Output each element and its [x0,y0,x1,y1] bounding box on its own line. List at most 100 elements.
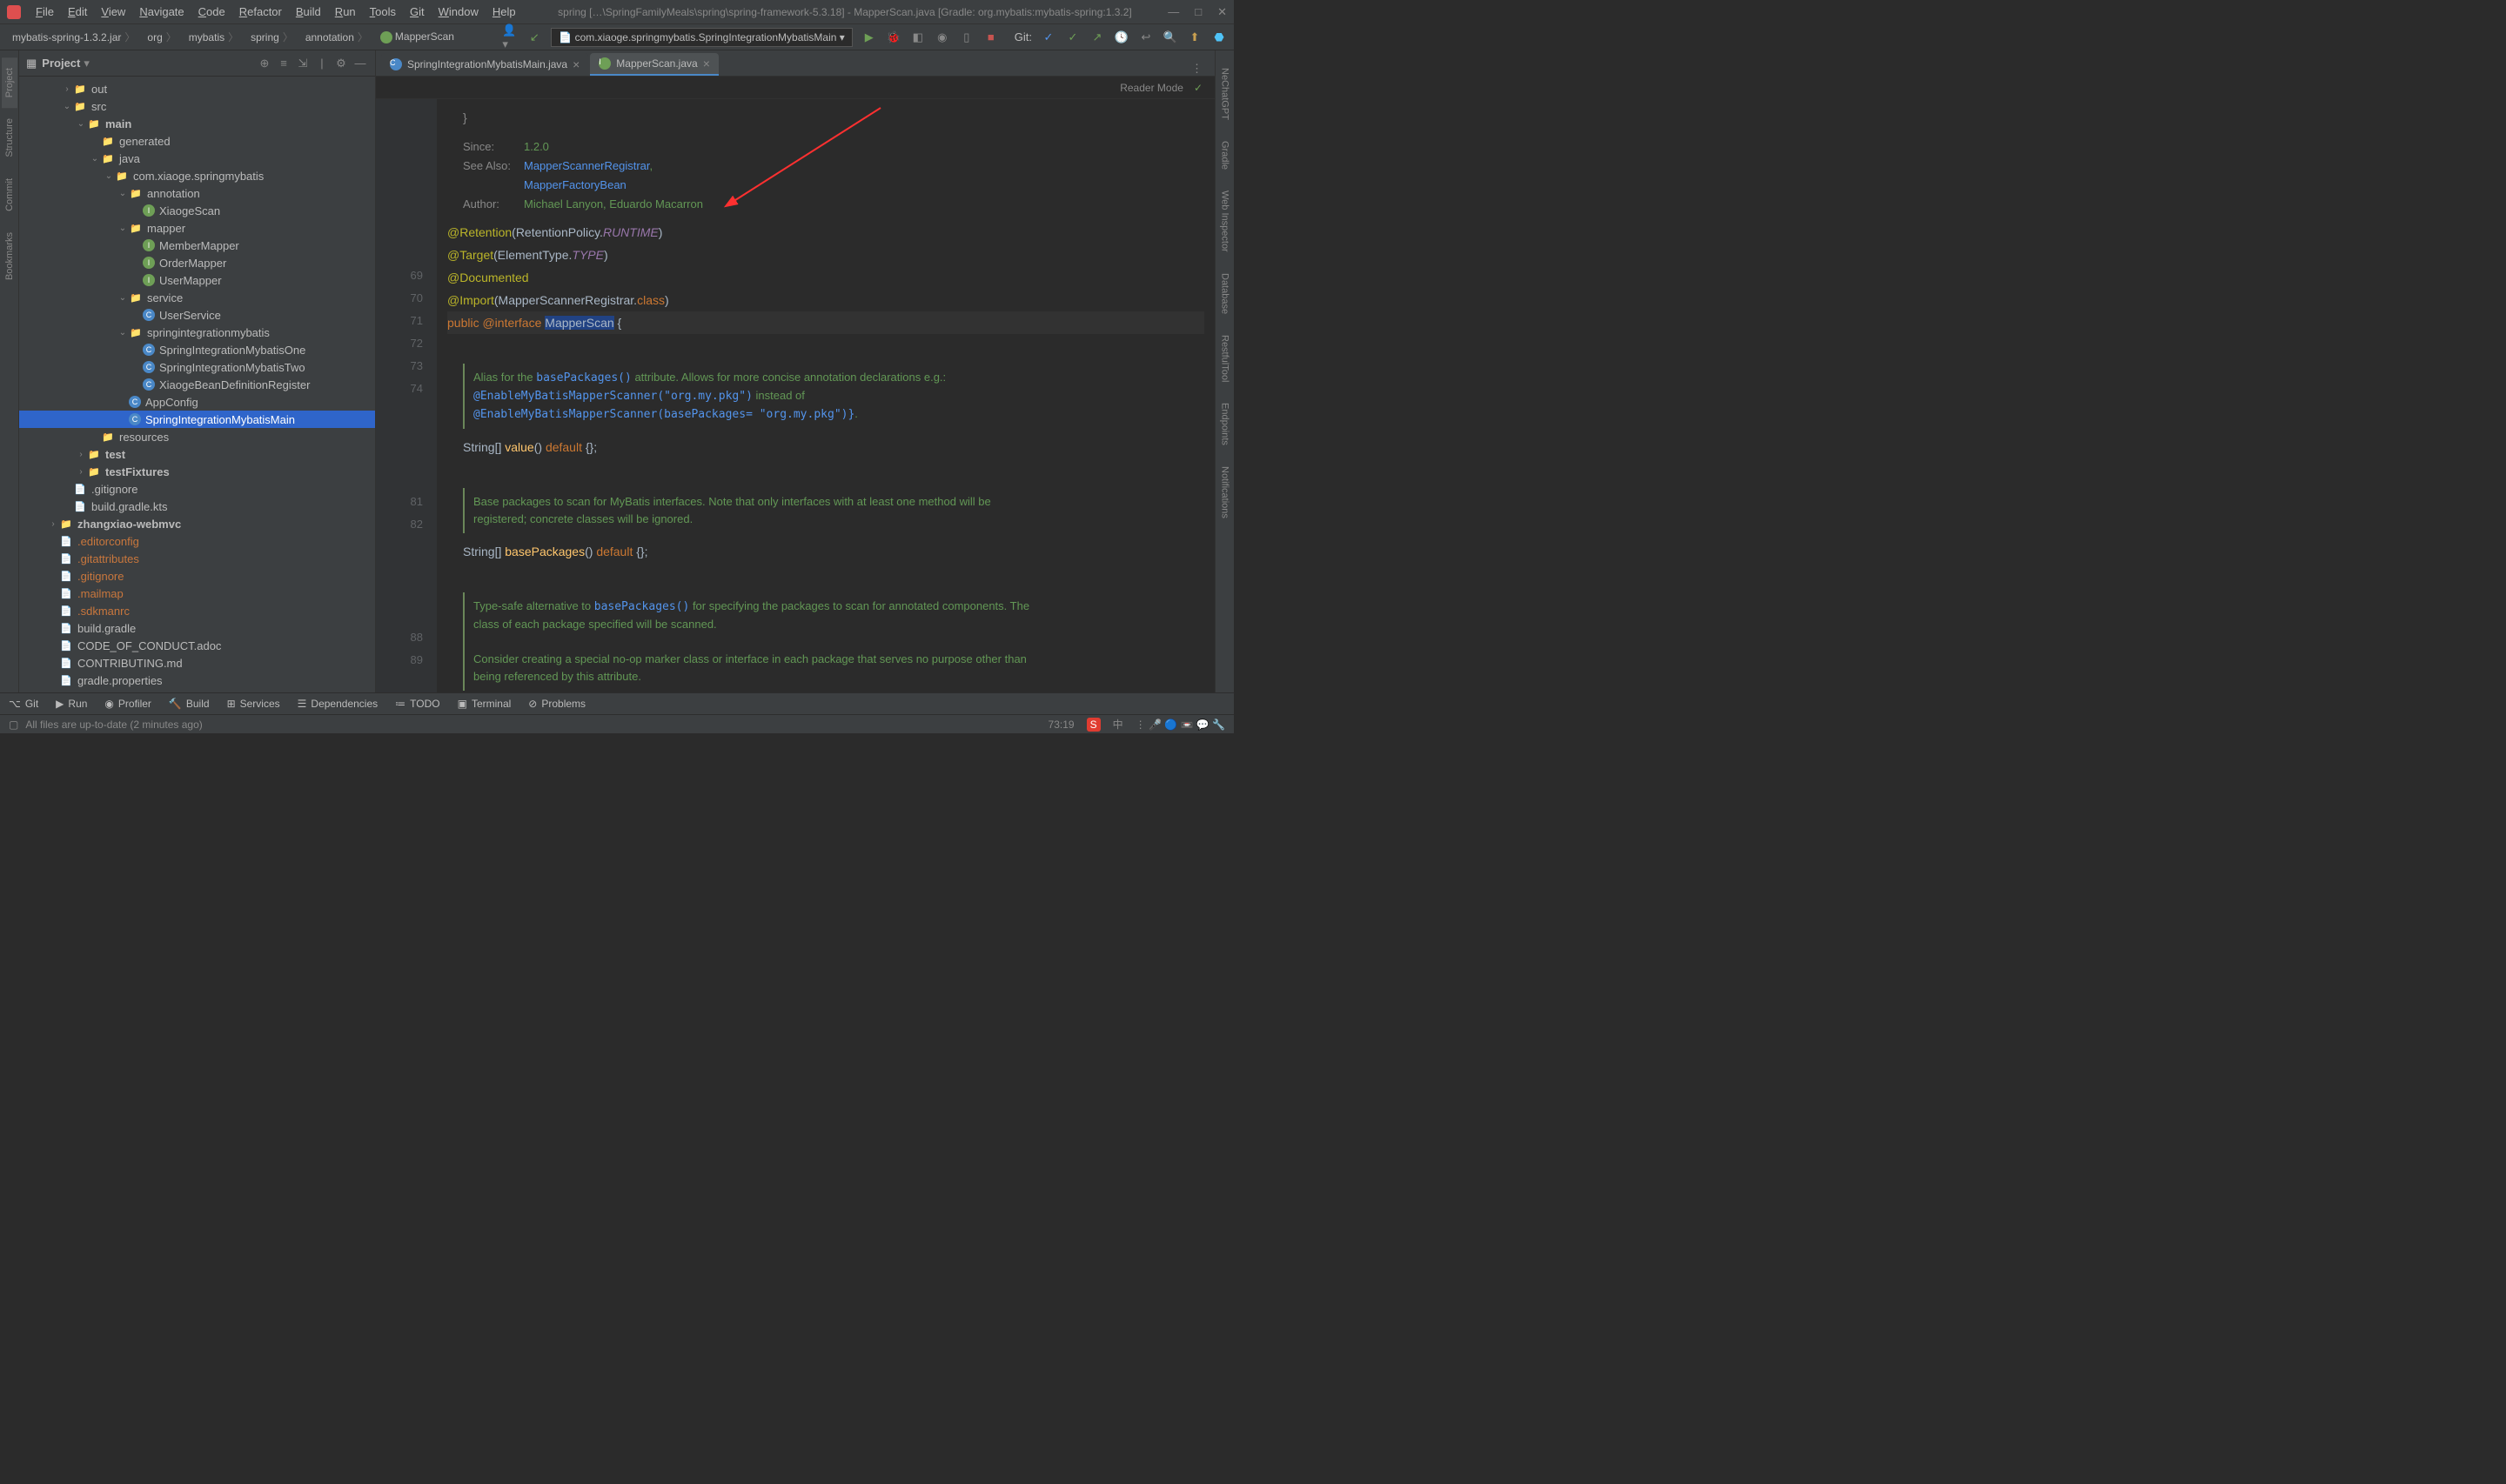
bottom-tab-dependencies[interactable]: ☰Dependencies [298,698,379,710]
tree-item[interactable]: CSpringIntegrationMybatisTwo [19,358,375,376]
expand-icon[interactable]: ≡ [276,56,291,71]
tray-icons[interactable]: ⋮ 🎤 🔵 📼 💬 🔧 [1136,719,1225,731]
breadcrumb-item[interactable]: annotation [300,28,373,46]
git-rollback-icon[interactable]: ↩ [1138,30,1154,45]
tree-item[interactable]: 📄gradle.properties [19,672,375,689]
side-tab-structure[interactable]: Structure [2,108,17,168]
tree-item[interactable]: ›📁zhangxiao-webmvc [19,515,375,532]
tree-item[interactable]: 📄CODE_OF_CONDUCT.adoc [19,637,375,654]
menu-view[interactable]: View [95,3,131,21]
maximize-icon[interactable]: □ [1195,5,1202,19]
bottom-tab-git[interactable]: ⌥Git [9,698,38,710]
stop-icon[interactable]: ■ [983,30,999,45]
tree-item[interactable]: 📄build.gradle [19,619,375,637]
tree-item[interactable]: 📄.gitignore [19,480,375,498]
menu-navigate[interactable]: Navigate [133,3,190,21]
close-icon[interactable]: ✕ [1217,5,1227,19]
side-tab-bookmarks[interactable]: Bookmarks [2,222,17,291]
lang-indicator[interactable]: 中 [1113,717,1123,732]
bottom-tab-run[interactable]: ▶Run [56,698,87,710]
status-icon[interactable]: ▢ [9,719,18,731]
menu-refactor[interactable]: Refactor [233,3,288,21]
breadcrumb-item[interactable]: spring [245,28,298,46]
run-icon[interactable]: ▶ [861,30,877,45]
gear-icon[interactable]: ⚙ [333,56,349,71]
side-tab-web inspector[interactable]: Web Inspector [1217,180,1233,263]
tree-item[interactable]: ⌄📁java [19,150,375,167]
tree-item[interactable]: 📄CONTRIBUTING.md [19,654,375,672]
tree-item[interactable]: CUserService [19,306,375,324]
locate-icon[interactable]: ⊕ [257,56,272,71]
breadcrumb-item[interactable]: mybatis [184,28,244,46]
tree-item[interactable]: 📁resources [19,428,375,445]
side-tab-project[interactable]: Project [2,57,17,108]
search-icon[interactable]: 🔍 [1163,30,1178,45]
window-controls[interactable]: — □ ✕ [1168,5,1227,19]
bottom-tab-profiler[interactable]: ◉Profiler [104,698,151,710]
tree-item[interactable]: CSpringIntegrationMybatisOne [19,341,375,358]
debug-icon[interactable]: 🐞 [886,30,901,45]
bottom-tab-services[interactable]: ⊞Services [227,698,280,710]
inspection-icon[interactable]: ✓ [1194,82,1203,94]
minimize-icon[interactable]: — [1168,5,1179,19]
plugin-icon[interactable]: ⬣ [1211,30,1227,45]
tree-item[interactable]: 📄.editorconfig [19,532,375,550]
caret-position[interactable]: 73:19 [1049,719,1075,731]
side-tab-database[interactable]: Database [1217,263,1233,324]
menu-tools[interactable]: Tools [364,3,402,21]
tree-item[interactable]: IMemberMapper [19,237,375,254]
side-tab-gradle[interactable]: Gradle [1217,130,1233,180]
menu-code[interactable]: Code [192,3,231,21]
git-commit-icon[interactable]: ✓ [1065,30,1081,45]
ide-update-icon[interactable]: ⬆ [1187,30,1203,45]
side-tab-commit[interactable]: Commit [2,168,17,222]
tree-item[interactable]: ›📁testFixtures [19,463,375,480]
tree-item[interactable]: CAppConfig [19,393,375,411]
tree-item[interactable]: 📄.mailmap [19,585,375,602]
side-tab-restfultool[interactable]: RestfulTool [1217,324,1233,392]
profile-icon[interactable]: ◉ [935,30,950,45]
tree-item[interactable]: ⌄📁springintegrationmybatis [19,324,375,341]
breadcrumb-item[interactable]: mybatis-spring-1.3.2.jar [7,28,140,46]
project-tree[interactable]: ›📁out⌄📁src⌄📁main📁generated⌄📁java⌄📁com.xi… [19,77,375,692]
side-tab-nechatgpt[interactable]: NeChatGPT [1217,57,1233,130]
tree-item[interactable]: 📄.sdkmanrc [19,602,375,619]
tree-item[interactable]: ⌄📁src [19,97,375,115]
hide-icon[interactable]: — [352,56,368,71]
tree-item[interactable]: ⌄📁service [19,289,375,306]
vcs-update-icon[interactable]: ↙ [526,30,542,45]
tree-item[interactable]: 📄.gitattributes [19,550,375,567]
side-tab-endpoints[interactable]: Endpoints [1217,392,1233,456]
dropdown-icon[interactable]: ▾ [84,57,90,70]
coverage-icon[interactable]: ◧ [910,30,926,45]
tree-item[interactable]: IUserMapper [19,271,375,289]
editor-code[interactable]: } Since:1.2.0 See Also:MapperScannerRegi… [437,99,1215,692]
bottom-tab-build[interactable]: 🔨Build [169,698,210,710]
tree-item[interactable]: ⌄📁annotation [19,184,375,202]
bottom-tab-todo[interactable]: ≔TODO [395,698,439,710]
bottom-tab-problems[interactable]: ⊘Problems [528,698,586,710]
side-tab-notifications[interactable]: Notifications [1217,456,1233,529]
git-pull-icon[interactable]: ✓ [1041,30,1056,45]
tree-item[interactable]: 📄build.gradle.kts [19,498,375,515]
project-title[interactable]: Project [42,57,80,70]
menu-git[interactable]: Git [404,3,431,21]
bottom-tab-terminal[interactable]: ▣Terminal [458,698,512,710]
menu-run[interactable]: Run [329,3,362,21]
menu-file[interactable]: File [30,3,60,21]
tree-item[interactable]: ⌄📁com.xiaoge.springmybatis [19,167,375,184]
editor-tab[interactable]: IMapperScan.java× [590,53,719,76]
tree-item[interactable]: ›📁test [19,445,375,463]
editor-tab[interactable]: CSpringIntegrationMybatisMain.java× [381,53,588,76]
git-push-icon[interactable]: ↗ [1089,30,1105,45]
tree-item[interactable]: 📄gradlew [19,689,375,692]
menu-window[interactable]: Window [432,3,485,21]
user-icon[interactable]: 👤▾ [502,30,518,45]
menu-build[interactable]: Build [290,3,327,21]
close-tab-icon[interactable]: × [573,57,580,71]
ime-indicator[interactable]: S [1087,718,1101,732]
tree-item[interactable]: ⌄📁mapper [19,219,375,237]
menu-help[interactable]: Help [486,3,522,21]
tree-item[interactable]: CSpringIntegrationMybatisMain [19,411,375,428]
reader-mode-label[interactable]: Reader Mode [1120,82,1183,94]
